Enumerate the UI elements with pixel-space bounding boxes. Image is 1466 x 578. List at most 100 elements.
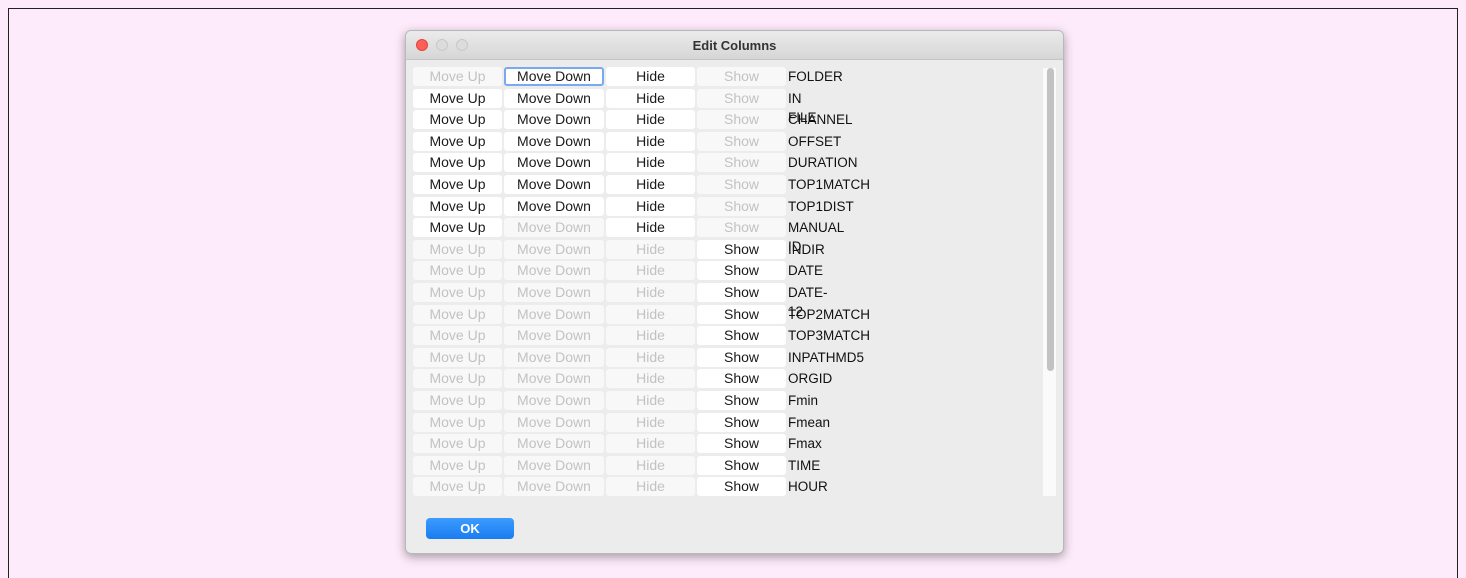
show-button: Show: [697, 88, 786, 108]
hide-button: Hide: [606, 261, 695, 281]
show-button: Show: [697, 174, 786, 194]
hide-button[interactable]: Hide: [606, 218, 695, 238]
column-name-label: DATE: [788, 263, 824, 279]
move-up-button: Move Up: [413, 347, 502, 367]
move-down-button[interactable]: Move Down: [504, 196, 604, 216]
move-up-button[interactable]: Move Up: [413, 174, 502, 194]
move-down-button[interactable]: Move Down: [504, 153, 604, 173]
move-up-button[interactable]: Move Up: [413, 131, 502, 151]
move-down-button[interactable]: Move Down: [504, 174, 604, 194]
move-up-button: Move Up: [413, 239, 502, 259]
move-up-button: Move Up: [413, 369, 502, 389]
move-down-button[interactable]: Move Down: [504, 67, 604, 86]
move-down-button: Move Down: [504, 369, 604, 389]
hide-button[interactable]: Hide: [606, 67, 695, 86]
move-up-button: Move Up: [413, 390, 502, 410]
move-up-button[interactable]: Move Up: [413, 153, 502, 173]
hide-button: Hide: [606, 239, 695, 259]
show-button[interactable]: Show: [697, 326, 786, 346]
edit-columns-dialog: Edit Columns Move Up Move Down Hide Show FOL…: [405, 30, 1064, 554]
show-button[interactable]: Show: [697, 477, 786, 497]
hide-button[interactable]: Hide: [606, 196, 695, 216]
title-bar[interactable]: Edit Columns: [406, 31, 1063, 60]
hide-button: Hide: [606, 326, 695, 346]
column-name-label: CHANNEL: [788, 112, 853, 128]
move-down-button: Move Down: [504, 412, 604, 432]
move-down-button[interactable]: Move Down: [504, 88, 604, 108]
move-up-button: Move Up: [413, 67, 502, 86]
hide-button: Hide: [606, 304, 695, 324]
move-down-button: Move Down: [504, 282, 604, 302]
move-down-button: Move Down: [504, 304, 604, 324]
hide-button: Hide: [606, 369, 695, 389]
column-name-label: Fmax: [788, 436, 822, 452]
show-button: Show: [697, 67, 786, 86]
column-name-label: TOP1DIST: [788, 198, 854, 214]
column-name-label: HOUR: [788, 479, 828, 495]
window-title: Edit Columns: [692, 38, 777, 53]
show-button[interactable]: Show: [697, 390, 786, 410]
hide-button[interactable]: Hide: [606, 110, 695, 130]
hide-button[interactable]: Hide: [606, 174, 695, 194]
hide-button: Hide: [606, 347, 695, 367]
show-button: Show: [697, 196, 786, 216]
show-button[interactable]: Show: [697, 455, 786, 475]
hide-button[interactable]: Hide: [606, 88, 695, 108]
move-up-button[interactable]: Move Up: [413, 218, 502, 238]
move-down-button: Move Down: [504, 390, 604, 410]
show-button[interactable]: Show: [697, 239, 786, 259]
column-name-label: ORGID: [788, 371, 833, 387]
move-down-button: Move Down: [504, 239, 604, 259]
column-name-label: Fmin: [788, 392, 818, 408]
show-button[interactable]: Show: [697, 434, 786, 454]
column-name-label: INPATHMD5: [788, 349, 865, 365]
hide-button: Hide: [606, 282, 695, 302]
move-up-button: Move Up: [413, 477, 502, 497]
hide-button: Hide: [606, 477, 695, 497]
move-down-button: Move Down: [504, 218, 604, 238]
move-down-button[interactable]: Move Down: [504, 110, 604, 130]
hide-button: Hide: [606, 390, 695, 410]
move-down-button: Move Down: [504, 455, 604, 475]
show-button: Show: [697, 153, 786, 173]
show-button: Show: [697, 110, 786, 130]
hide-button: Hide: [606, 434, 695, 454]
move-up-button[interactable]: Move Up: [413, 88, 502, 108]
column-name-label: TOP3MATCH: [788, 328, 871, 344]
move-up-button: Move Up: [413, 412, 502, 432]
show-button: Show: [697, 218, 786, 238]
move-up-button: Move Up: [413, 261, 502, 281]
hide-button[interactable]: Hide: [606, 153, 695, 173]
column-name-label: TIME: [788, 457, 821, 473]
move-down-button: Move Down: [504, 261, 604, 281]
move-up-button: Move Up: [413, 326, 502, 346]
move-up-button: Move Up: [413, 304, 502, 324]
show-button[interactable]: Show: [697, 304, 786, 324]
hide-button: Hide: [606, 412, 695, 432]
move-down-button: Move Down: [504, 477, 604, 497]
column-name-label: TOP2MATCH: [788, 306, 871, 322]
hide-button: Hide: [606, 455, 695, 475]
column-name-label: TOP1MATCH: [788, 176, 871, 192]
move-up-button[interactable]: Move Up: [413, 196, 502, 216]
move-down-button[interactable]: Move Down: [504, 131, 604, 151]
column-name-label: OFFSET: [788, 133, 842, 149]
move-down-button: Move Down: [504, 347, 604, 367]
ok-button[interactable]: OK: [426, 518, 514, 539]
scrollbar-thumb[interactable]: [1047, 68, 1054, 371]
move-down-button: Move Down: [504, 434, 604, 454]
move-up-button[interactable]: Move Up: [413, 110, 502, 130]
move-up-button: Move Up: [413, 282, 502, 302]
hide-button[interactable]: Hide: [606, 131, 695, 151]
column-name-label: Fmean: [788, 414, 831, 430]
show-button[interactable]: Show: [697, 369, 786, 389]
show-button[interactable]: Show: [697, 412, 786, 432]
move-up-button: Move Up: [413, 434, 502, 454]
move-down-button: Move Down: [504, 326, 604, 346]
show-button: Show: [697, 131, 786, 151]
column-name-label: INDIR: [788, 241, 825, 257]
show-button[interactable]: Show: [697, 347, 786, 367]
show-button[interactable]: Show: [697, 261, 786, 281]
show-button[interactable]: Show: [697, 282, 786, 302]
column-name-label: FOLDER: [788, 69, 843, 84]
